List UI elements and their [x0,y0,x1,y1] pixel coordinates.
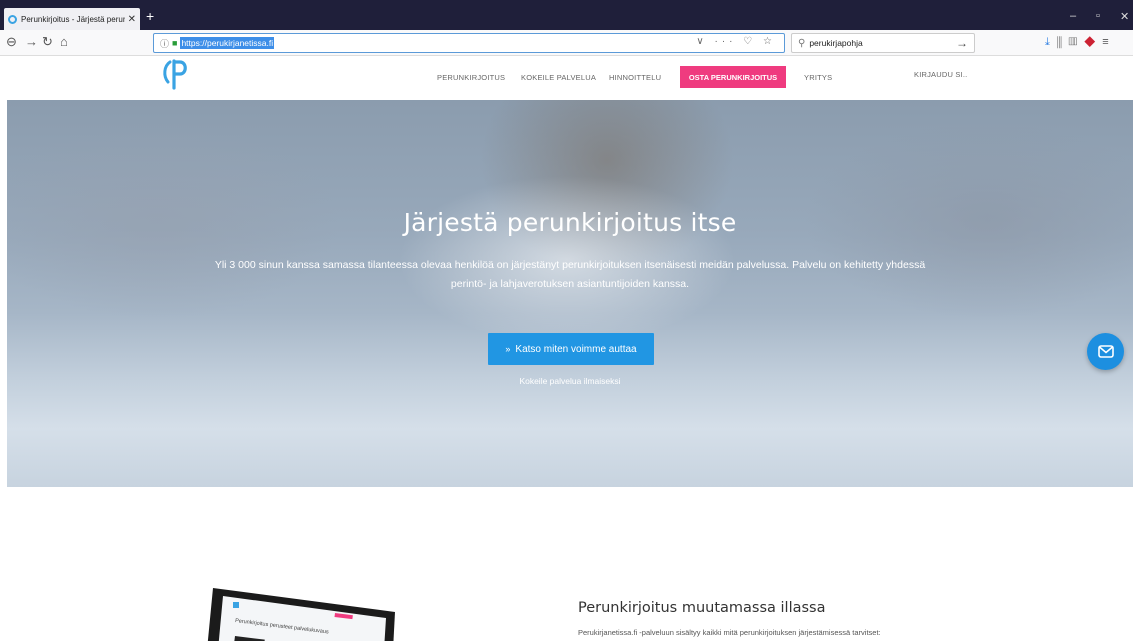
nav-login[interactable]: KIRJAUDU SI.. [914,70,967,79]
try-free-link[interactable]: Kokeile palvelua ilmaiseksi [7,376,1133,386]
forward-icon[interactable]: → [25,34,38,50]
how-we-help-button[interactable]: » Katso miten voimme auttaa [488,333,654,365]
reload-icon[interactable]: ↻ [42,34,53,50]
logo-icon[interactable] [161,58,191,92]
search-input[interactable]: perukirjapohja [809,38,862,48]
tab-title: Perunkirjoitus - Järjestä perunki [21,14,125,24]
tab-close-icon[interactable]: ✕ [128,14,136,25]
maximize-button[interactable]: ▫ [1096,10,1100,22]
nav-perunkirjoitus[interactable]: PERUNKIRJOITUS [437,73,505,82]
hero-title: Järjestä perunkirjoitus itse [403,208,737,237]
extension-icon[interactable]: ◆ [1084,36,1102,48]
mail-icon [1097,345,1114,358]
search-icon: ⚲ [798,37,806,49]
new-tab-button[interactable]: + [146,9,154,23]
lock-icon: ■ [172,38,178,48]
toolbar-icons: ⤓⫼▥◆≡ [1045,36,1116,49]
laptop-illustration: Perunkirjoitus perusteet palvelukuvaus [207,588,395,641]
library-icon[interactable]: ⫼ [1057,36,1069,48]
hero-section: Järjestä perunkirjoitus itse Yli 3 000 s… [7,100,1133,487]
buy-button[interactable]: OSTA PERUNKIRJOITUS [680,66,786,88]
url-text[interactable]: https://perukirjanetissa.fi [180,37,275,49]
nav-yritys[interactable]: YRITYS [804,73,832,82]
section-title: Perunkirjoitus muutamassa illassa [578,600,826,616]
back-icon[interactable]: ⊖ [6,34,17,50]
section-text: Perukirjanetissa.fi -palveluun sisältyy … [578,628,881,637]
site-header: PERUNKIRJOITUS KOKEILE PALVELUA HINNOITT… [0,56,1133,100]
nav-hinnoittelu[interactable]: HINNOITTELU [609,73,661,82]
search-go-icon[interactable]: → [956,36,968,50]
contact-button[interactable] [1087,333,1124,370]
browser-tab[interactable]: Perunkirjoitus - Järjestä perunki ✕ [4,8,140,30]
favicon-icon [8,14,17,24]
browser-tabbar: Perunkirjoitus - Järjestä perunki ✕ + – … [0,0,1133,30]
hero-subtitle: Yli 3 000 sinun kanssa samassa tilantees… [214,259,926,290]
search-bar[interactable]: ⚲ perukirjapohja → [791,33,975,53]
page-actions-icon[interactable]: ∨ ··· ♡ ☆ [696,36,776,47]
address-bar[interactable]: ⓘ ■ https://perukirjanetissa.fi ∨ ··· ♡ … [153,33,785,53]
home-icon[interactable]: ⌂ [60,34,68,50]
browser-navbar: ⊖ → ↻ ⌂ ⓘ ■ https://perukirjanetissa.fi … [0,30,1133,56]
chevron-right-icon: » [505,344,511,354]
menu-icon[interactable]: ≡ [1102,36,1115,48]
nav-kokeile-palvelua[interactable]: KOKEILE PALVELUA [521,73,596,82]
sidebar-icon[interactable]: ▥ [1069,36,1084,48]
download-icon[interactable]: ⤓ [1045,36,1057,48]
minimize-button[interactable]: – [1070,10,1076,22]
info-icon[interactable]: ⓘ [160,37,169,50]
how-we-help-label: Katso miten voimme auttaa [515,343,637,355]
close-window-button[interactable]: ✕ [1120,10,1129,23]
